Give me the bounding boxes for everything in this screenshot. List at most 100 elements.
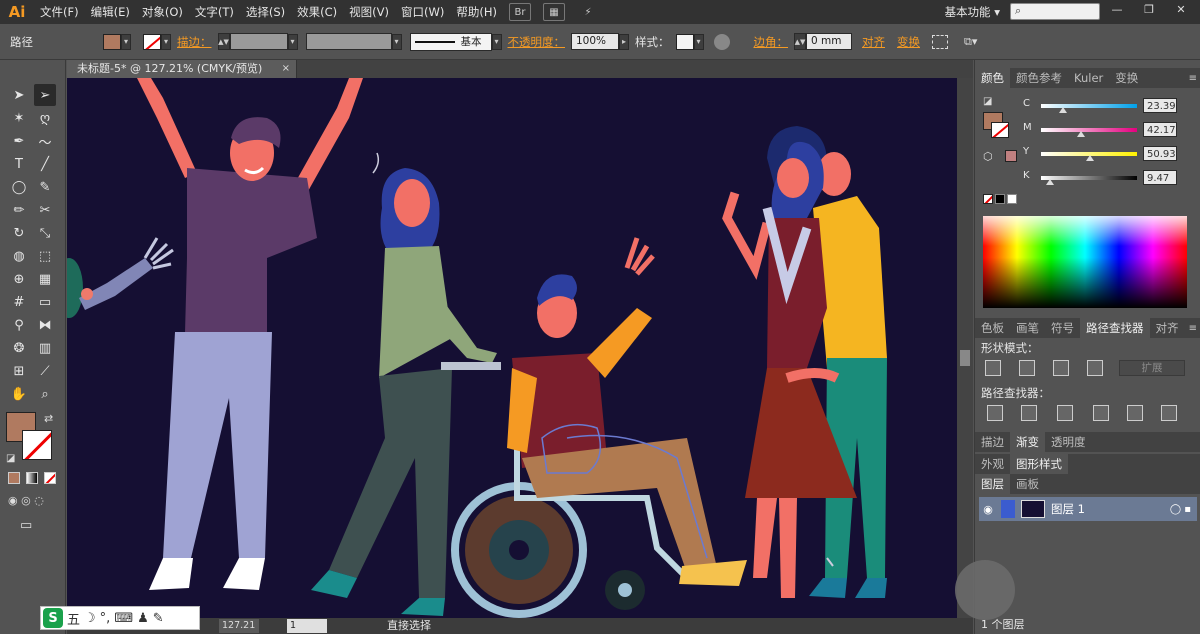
slider-value-field[interactable]: 50.93: [1143, 146, 1177, 161]
minus-front-icon[interactable]: [1019, 360, 1035, 376]
ime-tools-icon[interactable]: ✎: [153, 611, 164, 626]
none-mode-icon[interactable]: [44, 472, 56, 484]
hand-tool-icon[interactable]: ✋: [8, 383, 30, 405]
curvature-tool-icon[interactable]: 〜: [34, 130, 56, 152]
visibility-eye-icon[interactable]: ◉: [979, 503, 997, 516]
workspace-switcher[interactable]: 基本功能 ▾: [945, 0, 1000, 24]
stroke-weight-field[interactable]: [229, 33, 288, 50]
blend-tool-icon[interactable]: ⧓: [34, 314, 56, 336]
slider-c[interactable]: C 23.39: [1023, 98, 1195, 114]
out-of-gamut-icon[interactable]: ⬡: [983, 150, 993, 163]
brush-dropdown[interactable]: ▾: [491, 33, 502, 50]
pencil-tool-icon[interactable]: ✏: [8, 199, 30, 221]
lasso-tool-icon[interactable]: ღ: [34, 107, 56, 129]
paintbrush-tool-icon[interactable]: ✎: [34, 176, 56, 198]
tab-artboards[interactable]: 画板: [1010, 474, 1045, 494]
isolate-object-icon[interactable]: [932, 34, 948, 49]
tab-brushes[interactable]: 画笔: [1010, 318, 1045, 338]
ime-keyboard-icon[interactable]: ⌨: [114, 611, 133, 626]
free-transform-tool-icon[interactable]: ⬚: [34, 245, 56, 267]
web-safe-color-swatch[interactable]: [1005, 150, 1017, 162]
mesh-tool-icon[interactable]: #: [8, 291, 30, 313]
opacity-link[interactable]: 不透明度：: [508, 34, 566, 50]
screen-mode-icon[interactable]: ▭: [20, 518, 32, 533]
panel-menu-icon[interactable]: ≡: [1189, 323, 1197, 334]
slider-knob[interactable]: [1085, 155, 1094, 161]
none-color-swatch[interactable]: [983, 194, 993, 204]
minus-back-icon[interactable]: [1161, 405, 1177, 421]
trim-icon[interactable]: [1021, 405, 1037, 421]
ime-toolbar[interactable]: S 五 ☽ °, ⌨ ♟ ✎: [40, 606, 200, 630]
opacity-dropdown[interactable]: ▸: [619, 33, 629, 50]
intersect-icon[interactable]: [1053, 360, 1069, 376]
target-icon[interactable]: ◯ ▪: [1170, 504, 1191, 515]
document-tab[interactable]: 未标题-5* @ 127.21% (CMYK/预览) ×: [67, 60, 297, 78]
direct-selection-tool-icon[interactable]: ➢: [34, 84, 56, 106]
slider-knob[interactable]: [1077, 131, 1086, 137]
corner-stepper[interactable]: ▲▼: [794, 33, 806, 50]
menu-help[interactable]: 帮助(H): [450, 0, 503, 24]
graphic-style-dropdown[interactable]: ▾: [693, 33, 704, 50]
fill-color-swatch[interactable]: [103, 33, 121, 50]
scroll-thumb[interactable]: [960, 350, 970, 366]
panel-menu-icon[interactable]: ≡: [1189, 73, 1197, 84]
eyedropper-tool-icon[interactable]: ⚲: [8, 314, 30, 336]
perspective-grid-tool-icon[interactable]: ▦: [34, 268, 56, 290]
slider-y[interactable]: Y 50.93: [1023, 146, 1195, 162]
scissors-tool-icon[interactable]: ✂: [34, 199, 56, 221]
arrange-documents-icon[interactable]: ▦: [542, 3, 565, 21]
ime-mode[interactable]: 五: [67, 609, 80, 628]
white-color-swatch[interactable]: [1007, 194, 1017, 204]
menu-type[interactable]: 文字(T): [189, 0, 240, 24]
ime-skin-icon[interactable]: ♟: [137, 611, 149, 626]
variable-width-dropdown[interactable]: ▾: [391, 33, 402, 50]
menu-edit[interactable]: 编辑(E): [85, 0, 136, 24]
ellipse-tool-icon[interactable]: ◯: [8, 176, 30, 198]
zoom-level-field[interactable]: 127.21: [219, 619, 259, 633]
symbol-sprayer-tool-icon[interactable]: ❂: [8, 337, 30, 359]
tab-gradient[interactable]: 渐变: [1010, 432, 1045, 452]
ime-moon-icon[interactable]: ☽: [84, 611, 96, 626]
slider-value-field[interactable]: 42.17: [1143, 122, 1177, 137]
slider-value-field[interactable]: 23.39: [1143, 98, 1177, 113]
tab-layers[interactable]: 图层: [975, 474, 1010, 494]
crop-icon[interactable]: [1093, 405, 1109, 421]
line-tool-icon[interactable]: ╱: [34, 153, 56, 175]
drawing-mode-icon[interactable]: ◉ ◎ ◌: [8, 494, 44, 507]
layer-row[interactable]: ◉ 图层 1 ◯ ▪: [979, 497, 1197, 521]
menu-effect[interactable]: 效果(C): [291, 0, 343, 24]
default-colors-icon[interactable]: ◪: [6, 453, 15, 464]
tab-color[interactable]: 颜色: [975, 68, 1010, 88]
exclude-icon[interactable]: [1087, 360, 1103, 376]
tab-symbols[interactable]: 符号: [1045, 318, 1080, 338]
column-graph-tool-icon[interactable]: ▥: [34, 337, 56, 359]
ime-punctuation-icon[interactable]: °,: [100, 611, 111, 626]
black-color-swatch[interactable]: [995, 194, 1005, 204]
gpu-performance-icon[interactable]: ⚡: [577, 3, 599, 21]
tab-swatches[interactable]: 色板: [975, 318, 1010, 338]
tab-stroke[interactable]: 描边: [975, 432, 1010, 452]
corner-radius-field[interactable]: 0 mm: [806, 33, 852, 50]
stroke-dropdown[interactable]: ▾: [161, 33, 171, 50]
variable-width-profile[interactable]: [305, 33, 392, 50]
warp-tool-icon[interactable]: ◍: [8, 245, 30, 267]
type-tool-icon[interactable]: T: [8, 153, 30, 175]
slider-value-field[interactable]: 9.47: [1143, 170, 1177, 185]
transform-link[interactable]: 变换: [897, 34, 920, 50]
slider-track[interactable]: [1041, 128, 1137, 132]
opacity-field[interactable]: 100%: [571, 33, 619, 50]
stroke-weight-dropdown[interactable]: ▾: [287, 33, 298, 50]
align-link[interactable]: 对齐: [862, 34, 885, 50]
fill-dropdown[interactable]: ▾: [121, 33, 131, 50]
slider-track[interactable]: [1041, 176, 1137, 180]
tab-transparency[interactable]: 透明度: [1045, 432, 1092, 452]
divide-icon[interactable]: [987, 405, 1003, 421]
swap-fill-stroke-icon[interactable]: ⇄: [44, 412, 53, 425]
magic-wand-tool-icon[interactable]: ✶: [8, 107, 30, 129]
stroke-color-swatch[interactable]: [143, 33, 161, 50]
minimize-button[interactable]: —: [1102, 0, 1132, 18]
gradient-mode-icon[interactable]: [26, 472, 38, 484]
layer-name[interactable]: 图层 1: [1051, 501, 1085, 517]
corner-link[interactable]: 边角：: [754, 34, 789, 50]
menu-view[interactable]: 视图(V): [343, 0, 395, 24]
